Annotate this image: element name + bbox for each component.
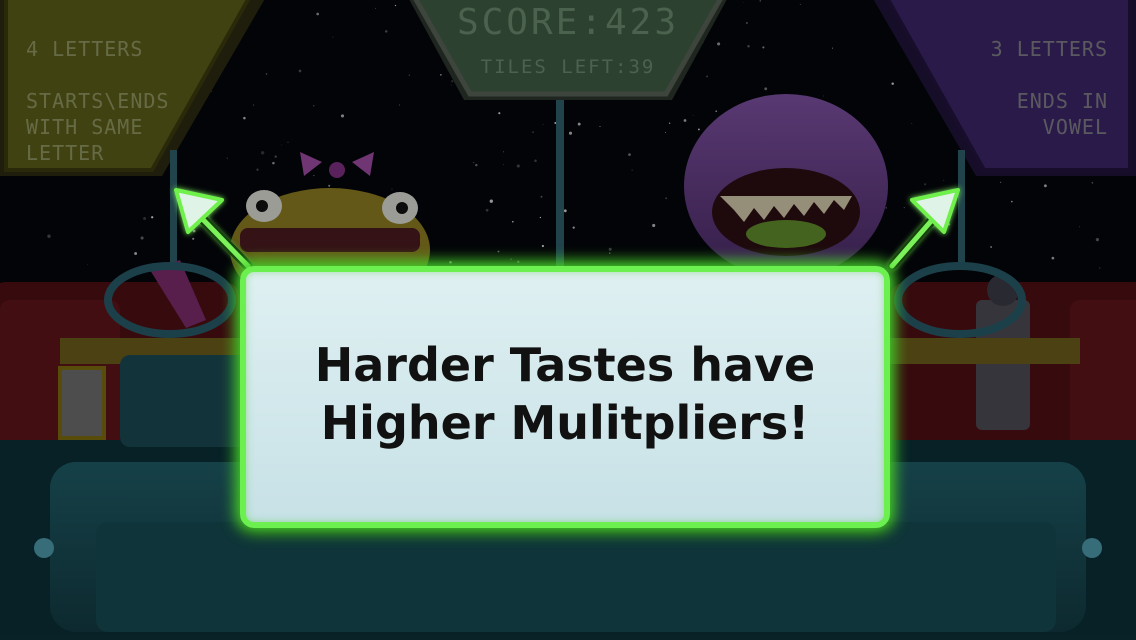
tutorial-callout[interactable]: Harder Tastes have Higher Mulitpliers! bbox=[240, 266, 890, 528]
callout-line-1: Harder Tastes have bbox=[314, 338, 816, 392]
arrow-up-right-icon bbox=[887, 188, 960, 271]
callout-message: Harder Tastes have Higher Mulitpliers! bbox=[315, 336, 815, 452]
callout-line-2: Higher Mulitpliers! bbox=[320, 396, 810, 450]
arrow-up-left-icon bbox=[174, 188, 253, 271]
